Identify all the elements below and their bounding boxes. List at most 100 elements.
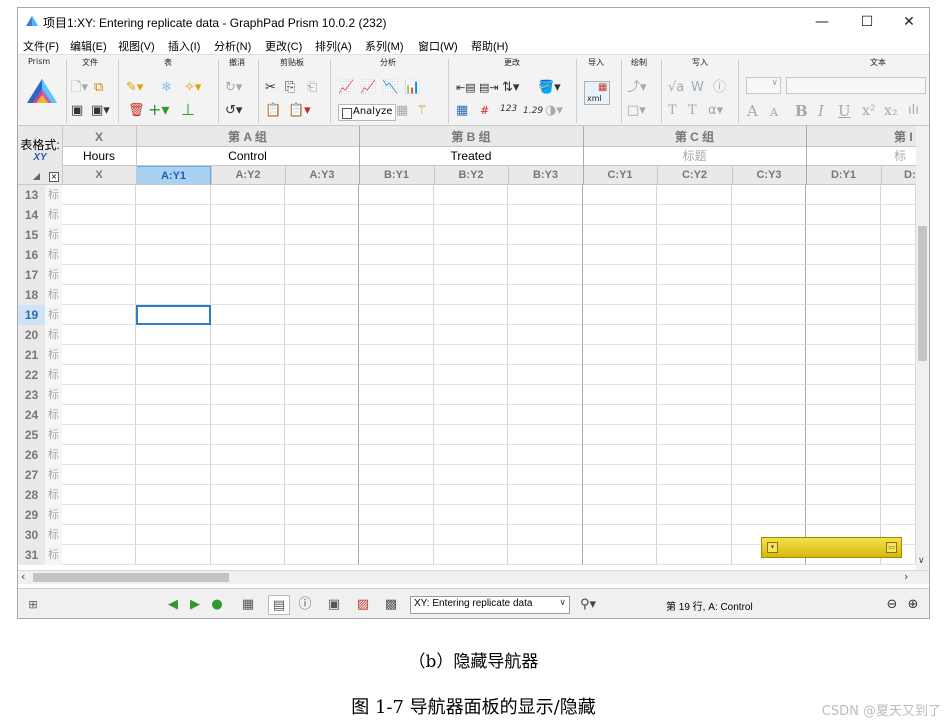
subcolumn-a-y3[interactable]: A:Y3 [285,166,359,185]
grid-cell[interactable] [285,505,359,525]
grid-cell[interactable] [806,345,881,365]
sort-icon[interactable]: ⇅▾ [502,80,519,98]
grid-cell[interactable] [881,265,916,285]
row-tag[interactable]: 标 [45,525,62,545]
row-number[interactable]: 18 [18,285,45,305]
grid-cell[interactable] [62,505,136,525]
grid-cell[interactable] [434,465,508,485]
group-c-title[interactable]: 标题 [583,147,806,166]
grid-cell[interactable] [285,525,359,545]
grid-cell[interactable] [657,425,732,445]
row-number[interactable]: 21 [18,345,45,365]
grid-cell[interactable] [359,425,434,445]
grid-cell[interactable] [285,205,359,225]
grid-cell[interactable] [732,485,806,505]
grid-cell[interactable] [881,405,916,425]
menu-series[interactable]: 系列(M) [365,38,404,54]
grid-cell[interactable] [583,285,657,305]
grid-cell[interactable] [211,285,285,305]
grid-cell[interactable] [583,225,657,245]
bold-icon[interactable]: B [795,103,808,121]
grid-cell[interactable] [136,225,211,245]
grid-cell[interactable] [136,445,211,465]
grid-cell[interactable] [583,325,657,345]
grid-cell[interactable] [508,225,583,245]
grid-cell[interactable] [657,305,732,325]
new-file-icon[interactable]: 🗋▾ [71,80,88,98]
grid-cell[interactable] [359,505,434,525]
grid-cell[interactable] [211,185,285,205]
grid-cell[interactable] [62,325,136,345]
grid-cell[interactable] [881,325,916,345]
grid-cell[interactable] [732,225,806,245]
grid-cell[interactable] [657,525,732,545]
grid-cell[interactable] [285,185,359,205]
previous-sheet-icon[interactable]: ◀ [162,595,184,615]
row-tag[interactable]: 标 [45,345,62,365]
font-size-select[interactable]: ∨ [746,77,781,94]
grid-cell[interactable] [211,345,285,365]
grid-cell[interactable] [732,345,806,365]
row-number[interactable]: 23 [18,385,45,405]
grid-cell[interactable] [359,465,434,485]
grid-cell[interactable] [657,465,732,485]
grid-cell[interactable] [881,365,916,385]
underline-icon[interactable]: U [838,103,851,121]
row-tag[interactable]: 标 [45,245,62,265]
row-tag[interactable]: 标 [45,465,62,485]
grid-cell[interactable] [136,185,211,205]
grid-cell[interactable] [62,185,136,205]
scroll-left-icon[interactable]: ‹ [21,570,25,583]
superscript-icon[interactable]: x² [862,103,876,121]
grid-cell[interactable] [136,465,211,485]
grid-cell[interactable] [583,445,657,465]
open-file-icon[interactable]: ⧉ [94,80,103,98]
grid-cell[interactable] [211,225,285,245]
grid-cell[interactable] [508,405,583,425]
grid-cell[interactable] [583,345,657,365]
word-icon[interactable]: W [691,80,704,98]
grid-cell[interactable] [434,385,508,405]
grid-cell[interactable] [881,205,916,225]
grid-cell[interactable] [583,425,657,445]
grid-cell[interactable] [434,405,508,425]
grid-cell[interactable] [583,365,657,385]
grid-cell[interactable] [62,545,136,565]
grid-cell[interactable] [62,205,136,225]
grid-cell[interactable] [285,325,359,345]
grid-cell[interactable] [732,185,806,205]
scroll-down-icon[interactable]: ∨ [918,556,925,566]
draw-line-icon[interactable]: ⤴▾ [627,80,647,98]
grid-cell[interactable] [136,265,211,285]
graph-view-icon[interactable]: ▨ [352,595,374,615]
subcolumn-d-y2[interactable]: D: [881,166,916,185]
panel-expand-icon[interactable]: ▾ [767,542,778,553]
graph-layout-icon[interactable]: 📊 [404,80,420,98]
grid-cell[interactable] [285,265,359,285]
menu-change[interactable]: 更改(C) [265,38,302,54]
grid-cell[interactable] [732,205,806,225]
move-right-icon[interactable]: ▤⇥ [479,80,499,98]
grid-cell[interactable] [136,405,211,425]
row-tag[interactable]: 标 [45,365,62,385]
row-tag[interactable]: 标 [45,405,62,425]
grid-cell[interactable] [434,345,508,365]
grid-cell[interactable] [508,485,583,505]
grid-cell[interactable] [583,305,657,325]
grid-cell[interactable] [657,545,732,565]
sheet-magic-icon[interactable]: ● [206,595,228,615]
grid-cell[interactable] [285,405,359,425]
row-number[interactable]: 13 [18,185,45,205]
grid-cell[interactable] [508,385,583,405]
grid-cell[interactable] [806,425,881,445]
row-number[interactable]: 26 [18,445,45,465]
data-table-view-icon[interactable]: ▤ [268,595,290,615]
grid-cell[interactable] [211,265,285,285]
subcolumn-b-y2[interactable]: B:Y2 [434,166,508,185]
row-tag[interactable]: 标 [45,265,62,285]
grid-cell[interactable] [881,345,916,365]
paste-icon[interactable]: 📋▾ [288,103,311,121]
grid-cell[interactable] [136,365,211,385]
grid-cell[interactable] [434,265,508,285]
row-number[interactable]: 19 [18,305,45,325]
